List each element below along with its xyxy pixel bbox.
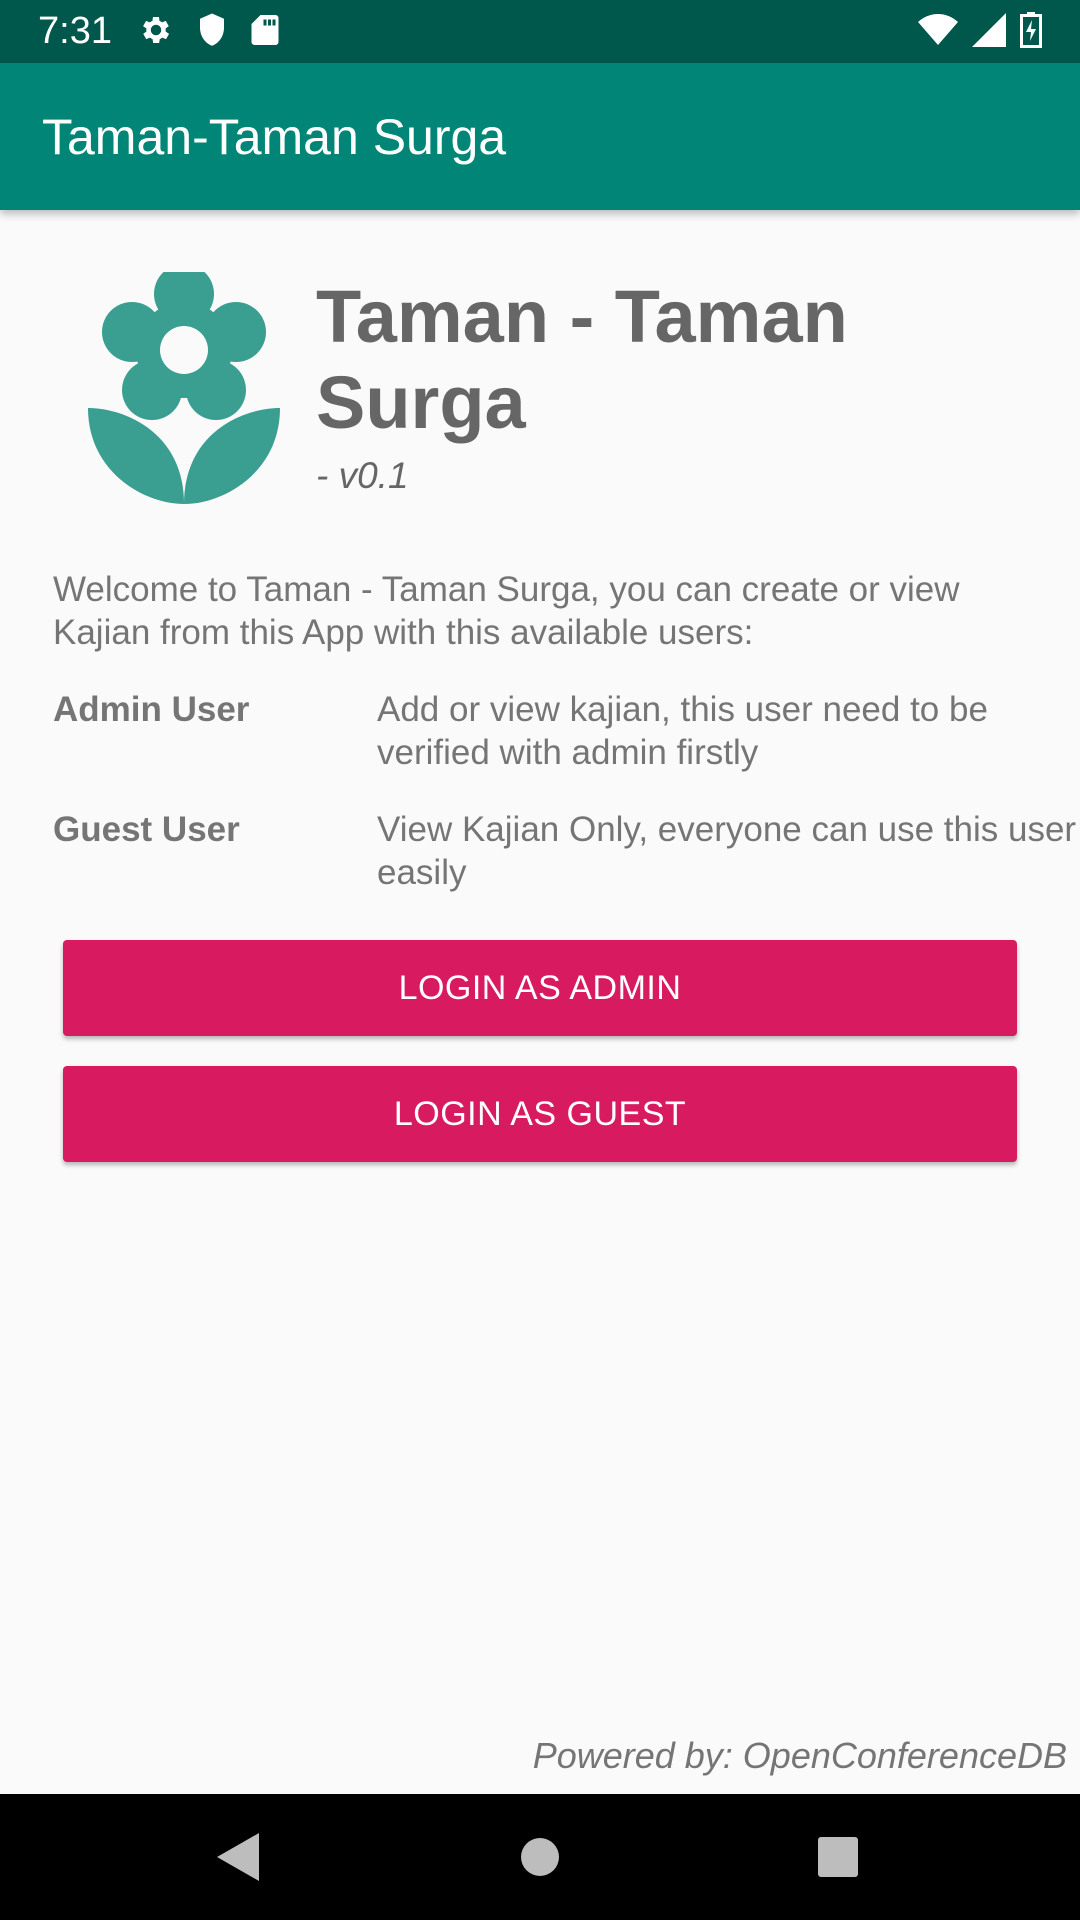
- login-admin-button[interactable]: LOGIN AS ADMIN: [63, 940, 1017, 1036]
- flower-icon: [84, 264, 284, 504]
- battery-charging-icon: [1020, 11, 1042, 53]
- signal-icon: [972, 12, 1006, 52]
- status-icons-left: [138, 13, 280, 51]
- recents-icon[interactable]: [808, 1827, 868, 1887]
- powered-by-label: Powered by: OpenConferenceDB: [532, 1735, 1067, 1776]
- user-description: View Kajian Only, everyone can use this …: [377, 810, 1077, 892]
- app-title: Taman-Taman Surga: [42, 109, 507, 165]
- navigation-bar: [0, 1794, 1080, 1920]
- wifi-icon: [918, 13, 958, 51]
- home-icon[interactable]: [510, 1827, 570, 1887]
- user-label: Admin User: [53, 690, 250, 729]
- user-label: Guest User: [53, 810, 240, 849]
- shield-icon: [196, 12, 228, 53]
- main-content: Taman - Taman Surga - v0.1 Welcome to Ta…: [0, 210, 1080, 1794]
- header-title: Taman - Taman Surga: [316, 275, 848, 444]
- login-guest-button[interactable]: LOGIN AS GUEST: [63, 1066, 1017, 1162]
- status-icons-right: [918, 11, 1042, 53]
- back-icon[interactable]: [208, 1827, 268, 1887]
- status-time: 7:31: [38, 10, 112, 52]
- user-description: Add or view kajian, this user need to be…: [377, 690, 988, 772]
- version-label: - v0.1: [316, 455, 409, 496]
- app-bar: Taman-Taman Surga: [0, 63, 1080, 210]
- gear-icon: [138, 12, 174, 53]
- welcome-text: Welcome to Taman - Taman Surga, you can …: [53, 570, 960, 652]
- status-bar: 7:31: [0, 0, 1080, 63]
- sd-card-icon: [250, 12, 280, 53]
